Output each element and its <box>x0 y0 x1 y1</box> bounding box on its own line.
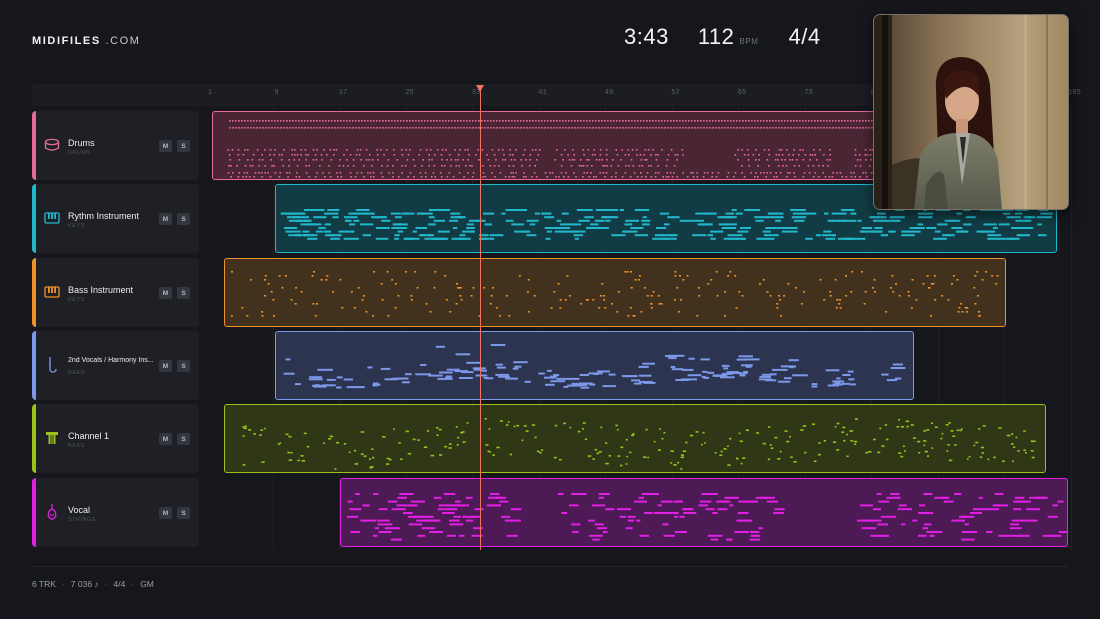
ruler-tick: 1 <box>207 89 213 97</box>
video-frame <box>874 15 1068 209</box>
track-name: 2nd Vocals / Harmony Ins... <box>68 357 154 364</box>
midi-clip-4[interactable] <box>275 331 914 400</box>
mute-button[interactable]: M <box>159 287 172 299</box>
keyboard-icon <box>44 209 60 227</box>
track-color-stripe <box>32 478 36 547</box>
ruler-tick: 57 <box>671 89 680 97</box>
track-header-2[interactable]: Rythm Instrument KEYS M S <box>32 184 199 253</box>
track-header-5[interactable]: Channel 1 BASS M S <box>32 404 199 473</box>
track-instrument-type: KEYS <box>68 297 85 303</box>
note-pattern <box>230 271 999 317</box>
keyboard-icon <box>44 283 60 301</box>
drum-icon <box>44 136 60 154</box>
transport-stats: 3:43 112 BPM 4/4 <box>624 24 821 52</box>
track-instrument-type: KEYS <box>68 223 85 229</box>
footer-separator: · <box>131 579 135 589</box>
track-name: Rythm Instrument <box>68 211 140 221</box>
solo-button[interactable]: S <box>177 140 190 152</box>
track-instrument-type: BASS <box>68 443 85 449</box>
track-header-3[interactable]: Bass Instrument KEYS M S <box>32 258 199 327</box>
tempo-unit: BPM <box>739 37 759 46</box>
midi-clip-3[interactable] <box>224 258 1006 327</box>
track-instrument-type: REED <box>68 370 86 376</box>
ruler-tick: 73 <box>804 89 813 97</box>
ruler-tick: 65 <box>737 89 747 97</box>
note-pattern <box>242 418 1036 470</box>
note-pattern <box>283 344 906 389</box>
footer-separator: · <box>61 579 65 589</box>
mute-button[interactable]: M <box>159 433 172 445</box>
note-pattern <box>346 493 1067 541</box>
playhead[interactable] <box>480 90 481 550</box>
brand-logo: MIDIFILES .COM <box>32 35 141 47</box>
track-instrument-type: STRINGS <box>68 517 96 523</box>
grid-line <box>1070 106 1072 550</box>
footer-time-signature: 4/4 <box>113 579 126 589</box>
ruler-tick: 17 <box>338 89 348 97</box>
mute-button[interactable]: M <box>159 213 172 225</box>
solo-button[interactable]: S <box>177 360 190 372</box>
midi-standard: GM <box>140 579 154 589</box>
mute-button[interactable]: M <box>159 360 172 372</box>
track-color-stripe <box>32 258 36 327</box>
ruler-tick: 25 <box>405 89 414 97</box>
track-count: 6 TRK <box>32 579 56 589</box>
track-color-stripe <box>32 184 36 253</box>
ruler-tick: 105 <box>1068 89 1081 97</box>
ruler-tick: 49 <box>604 89 614 97</box>
time-signature: 4/4 <box>788 24 821 49</box>
track-color-stripe <box>32 404 36 473</box>
strings-icon <box>44 503 60 521</box>
track-name: Channel 1 <box>68 431 110 441</box>
mute-button[interactable]: M <box>159 140 172 152</box>
track-header-1[interactable]: Drums DRUMS M S <box>32 111 199 180</box>
solo-button[interactable]: S <box>177 213 190 225</box>
brand-name: MIDIFILES <box>32 35 101 47</box>
solo-button[interactable]: S <box>177 287 190 299</box>
reed-icon <box>44 356 60 374</box>
solo-button[interactable]: S <box>177 433 190 445</box>
midi-clip-5[interactable] <box>224 404 1046 473</box>
note-count: 7 036 ♪ <box>70 579 99 589</box>
track-color-stripe <box>32 111 36 180</box>
track-name: Drums <box>68 138 95 148</box>
track-instrument-type: DRUMS <box>68 150 91 156</box>
track-name: Bass Instrument <box>68 285 134 295</box>
track-color-stripe <box>32 331 36 400</box>
tempo-value: 112 <box>697 24 735 49</box>
ruler-tick: 41 <box>538 89 547 97</box>
solo-button[interactable]: S <box>177 507 190 519</box>
track-header-6[interactable]: Vocal STRINGS M S <box>32 478 199 547</box>
ruler-tick: 9 <box>274 89 279 97</box>
video-preview[interactable] <box>873 14 1069 210</box>
song-duration: 3:43 <box>624 24 669 49</box>
track-header-4[interactable]: 2nd Vocals / Harmony Ins... REED M S <box>32 331 199 400</box>
mute-button[interactable]: M <box>159 507 172 519</box>
bass-icon <box>44 429 60 447</box>
status-bar: 6 TRK · 7 036 ♪ · 4/4 · GM <box>32 579 154 589</box>
footer-separator: · <box>104 579 108 589</box>
playhead-handle[interactable] <box>476 85 484 92</box>
midi-clip-6[interactable] <box>340 478 1068 547</box>
track-name: Vocal <box>68 505 91 515</box>
brand-suffix: .COM <box>105 35 141 47</box>
footer-divider <box>32 566 1068 567</box>
